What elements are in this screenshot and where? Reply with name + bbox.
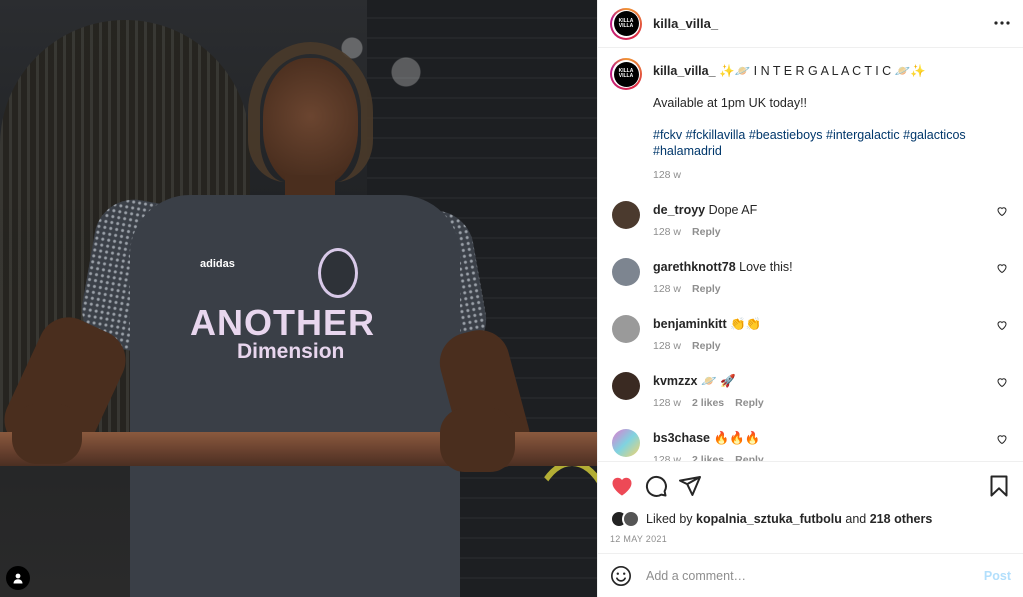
caption-avatar[interactable]: KILLA VILLA	[610, 58, 642, 90]
comments-list[interactable]: KILLA VILLA killa_villa_ ✨🪐 I N T E R G …	[598, 48, 1023, 461]
comment-text: 🪐 🚀	[700, 374, 736, 388]
more-dots-icon	[994, 21, 1010, 25]
add-comment-bar: Post	[598, 553, 1023, 597]
post-comment-button[interactable]: Post	[984, 569, 1011, 583]
comment-text: 👏👏	[730, 317, 762, 331]
reply-button[interactable]: Reply	[735, 395, 764, 411]
heart-outline-icon[interactable]	[996, 205, 1008, 217]
emoji-button[interactable]	[610, 565, 632, 587]
reply-button[interactable]: Reply	[692, 281, 721, 297]
comment-username[interactable]: de_troyy	[653, 203, 705, 217]
instagram-post: adidas ANOTHER Dimension KILLA VILLA kil…	[0, 0, 1023, 597]
comment-age[interactable]: 128 w	[653, 452, 681, 461]
bookmark-icon	[990, 475, 1008, 497]
comment-avatar[interactable]	[612, 372, 640, 400]
paper-plane-icon	[679, 476, 701, 496]
comment-age[interactable]: 128 w	[653, 281, 681, 297]
caption-availability: Available at 1pm UK today!!	[653, 96, 808, 110]
comment-username[interactable]: garethknott78	[653, 260, 736, 274]
post-date[interactable]: 12 MAY 2021	[610, 534, 1011, 544]
speech-bubble-icon	[645, 475, 667, 497]
heart-filled-icon	[612, 477, 632, 496]
smiley-icon	[611, 565, 631, 586]
share-button[interactable]	[678, 474, 702, 498]
comment-item: bs3chase 🔥🔥🔥 128 w 2 likes Reply	[610, 429, 1011, 461]
comment-avatar[interactable]	[612, 258, 640, 286]
reply-button[interactable]: Reply	[692, 338, 721, 354]
account-username[interactable]: killa_villa_	[653, 16, 718, 31]
user-icon	[13, 573, 23, 584]
comment-age[interactable]: 128 w	[653, 395, 681, 411]
comment-text: 🔥🔥🔥	[713, 431, 761, 445]
reply-button[interactable]: Reply	[692, 224, 721, 240]
comment-button[interactable]	[644, 474, 668, 498]
photo-person-hand-left	[12, 404, 82, 464]
post-actions: Liked by kopalnia_sztuka_futbolu and 218…	[598, 461, 1023, 553]
comment-likes-count[interactable]: 2 likes	[692, 395, 724, 411]
caption-age[interactable]: 128 w	[653, 167, 1011, 183]
comment-item: de_troyy Dope AF 128 w Reply	[610, 201, 1011, 240]
comment-text: Dope AF	[708, 203, 758, 217]
photo-person-head	[263, 58, 358, 188]
comment-likes-count[interactable]: 2 likes	[692, 452, 724, 461]
like-button[interactable]	[610, 474, 634, 498]
photo-shirt-text-line1: ANOTHER	[190, 302, 375, 343]
comment-username[interactable]: benjaminkitt	[653, 317, 727, 331]
heart-outline-icon[interactable]	[996, 376, 1008, 388]
post-caption: KILLA VILLA killa_villa_ ✨🪐 I N T E R G …	[610, 58, 1011, 183]
post-side-panel: KILLA VILLA killa_villa_ KILLA VILLA kil…	[597, 0, 1023, 597]
heart-outline-icon[interactable]	[996, 433, 1008, 445]
comment-avatar[interactable]	[612, 429, 640, 457]
liker-avatars	[610, 510, 640, 528]
more-options-button[interactable]	[991, 13, 1013, 33]
caption-username[interactable]: killa_villa_	[653, 64, 716, 78]
account-avatar[interactable]: KILLA VILLA	[610, 7, 642, 40]
photo-shirt-crest	[318, 248, 358, 298]
comment-item: benjaminkitt 👏👏 128 w Reply	[610, 315, 1011, 354]
likes-connector: and	[845, 512, 867, 526]
caption-title: ✨🪐 I N T E R G A L A C T I C 🪐✨	[719, 64, 926, 78]
comment-item: kvmzzx 🪐 🚀 128 w 2 likes Reply	[610, 372, 1011, 411]
post-photo[interactable]: adidas ANOTHER Dimension	[0, 0, 597, 597]
liker-avatar	[622, 510, 640, 528]
photo-shirt-text-line2: Dimension	[237, 340, 345, 363]
comment-age[interactable]: 128 w	[653, 338, 681, 354]
comment-username[interactable]: kvmzzx	[653, 374, 697, 388]
tagged-users-button[interactable]	[6, 566, 30, 590]
comment-avatar[interactable]	[612, 201, 640, 229]
heart-outline-icon[interactable]	[996, 319, 1008, 331]
comment-username[interactable]: bs3chase	[653, 431, 710, 445]
comment-input[interactable]	[646, 568, 984, 583]
comment-avatar[interactable]	[612, 315, 640, 343]
comment-item: garethknott78 Love this! 128 w Reply	[610, 258, 1011, 297]
post-header: KILLA VILLA killa_villa_	[598, 0, 1023, 48]
caption-hashtags[interactable]: #fckv #fckillavilla #beastieboys #interg…	[653, 128, 966, 158]
likes-user[interactable]: kopalnia_sztuka_futbolu	[696, 512, 842, 526]
photo-person-hand-right	[440, 408, 515, 472]
photo-shirt-brand: adidas	[200, 258, 235, 270]
likes-prefix: Liked by	[646, 512, 693, 526]
save-button[interactable]	[987, 474, 1011, 498]
comment-text: Love this!	[739, 260, 793, 274]
comment-age[interactable]: 128 w	[653, 224, 681, 240]
photo-shirt	[130, 195, 460, 597]
likes-others[interactable]: 218 others	[870, 512, 933, 526]
likes-summary[interactable]: Liked by kopalnia_sztuka_futbolu and 218…	[610, 510, 1011, 528]
heart-outline-icon[interactable]	[996, 262, 1008, 274]
killa-villa-logo: KILLA VILLA	[613, 61, 639, 87]
killa-villa-logo: KILLA VILLA	[613, 11, 639, 36]
reply-button[interactable]: Reply	[735, 452, 764, 461]
